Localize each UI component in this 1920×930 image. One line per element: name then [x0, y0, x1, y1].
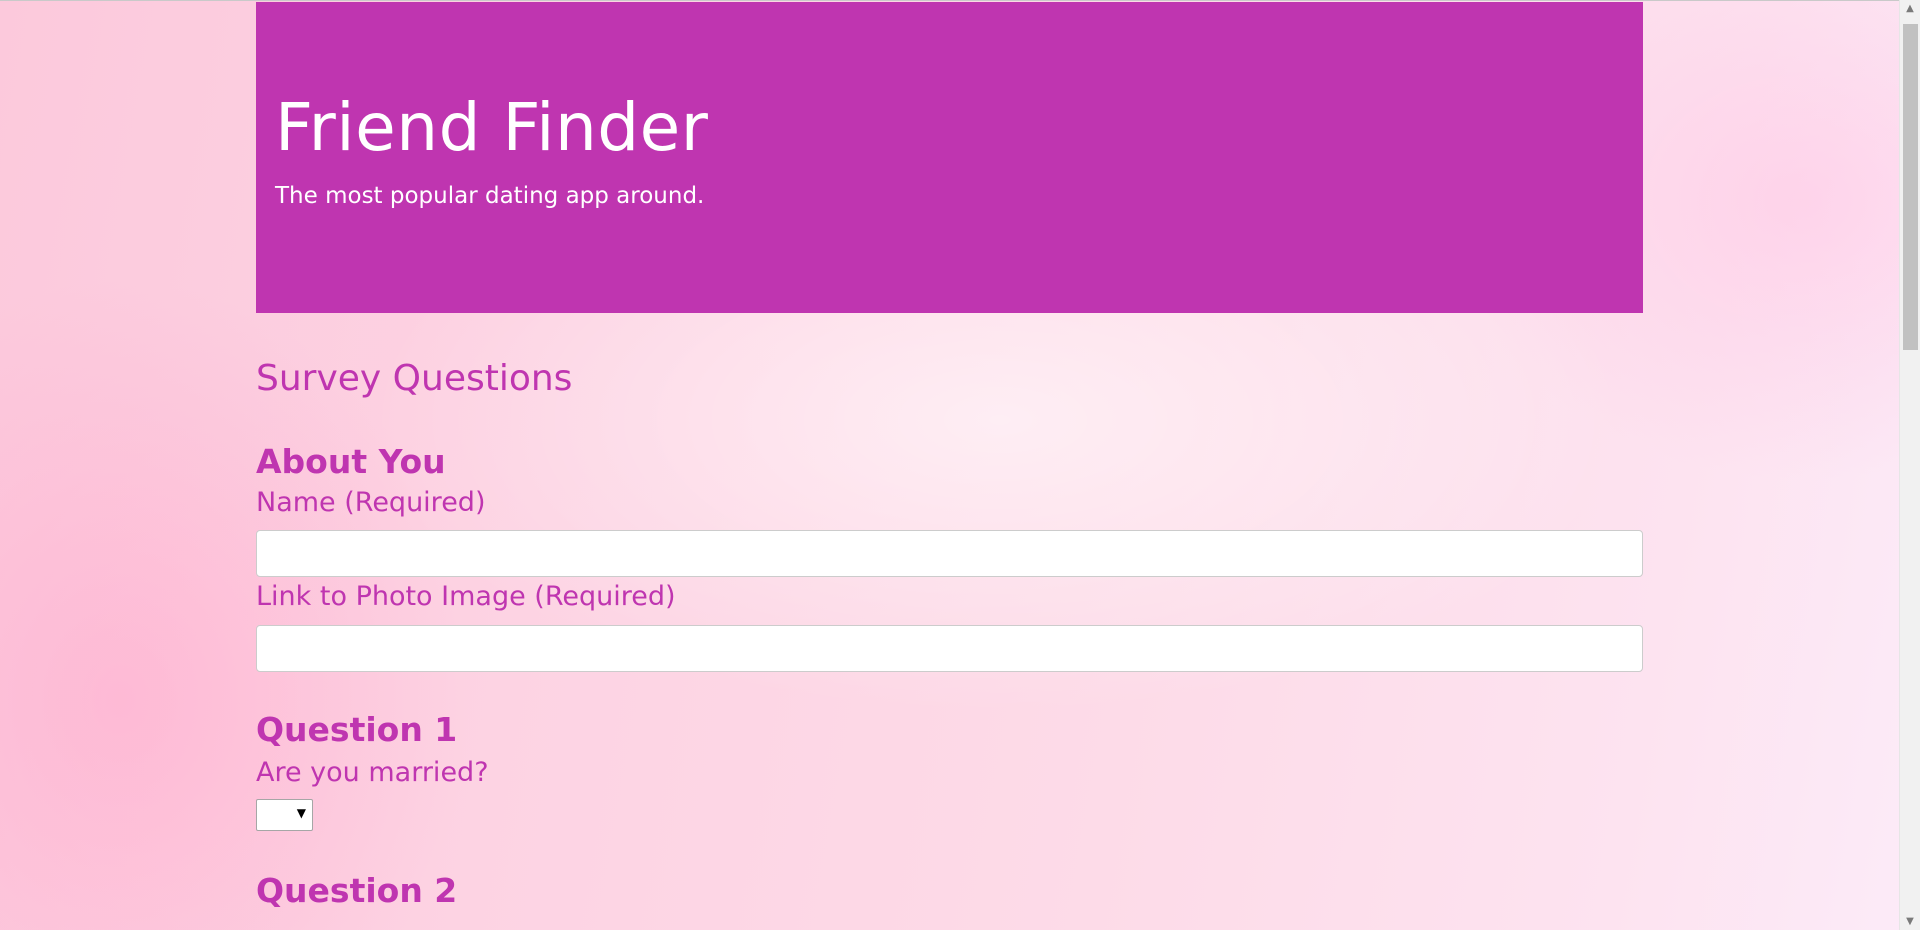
scroll-up-arrow-icon[interactable]: ▲ [1900, 0, 1920, 17]
photo-link-label: Link to Photo Image (Required) [256, 581, 676, 612]
question-2-heading: Question 2 [256, 871, 458, 910]
name-input[interactable] [256, 530, 1643, 577]
about-heading: About You [256, 442, 446, 481]
scroll-down-arrow-icon[interactable]: ▼ [1900, 913, 1920, 930]
survey-title: Survey Questions [256, 358, 573, 399]
question-1-select[interactable]: ▼ [256, 799, 313, 831]
question-1-text: Are you married? [256, 757, 489, 788]
page-container: Friend Finder The most popular dating ap… [256, 2, 1643, 911]
app-tagline: The most popular dating app around. [275, 183, 705, 209]
photo-link-input[interactable] [256, 625, 1643, 672]
question-1-heading: Question 1 [256, 710, 458, 749]
about-section: About You Name (Required) Link to Photo … [256, 442, 1643, 672]
name-label: Name (Required) [256, 487, 486, 518]
vertical-scrollbar[interactable]: ▲ ▼ [1899, 0, 1920, 930]
window-top-border [0, 0, 1899, 1]
app-title: Friend Finder [275, 89, 709, 166]
header-banner: Friend Finder The most popular dating ap… [256, 2, 1643, 313]
question-1-section: Question 1 Are you married? ▼ [256, 710, 1643, 831]
chevron-down-icon: ▼ [296, 806, 306, 820]
question-2-section: Question 2 [256, 871, 1643, 911]
scrollbar-thumb[interactable] [1903, 24, 1918, 350]
